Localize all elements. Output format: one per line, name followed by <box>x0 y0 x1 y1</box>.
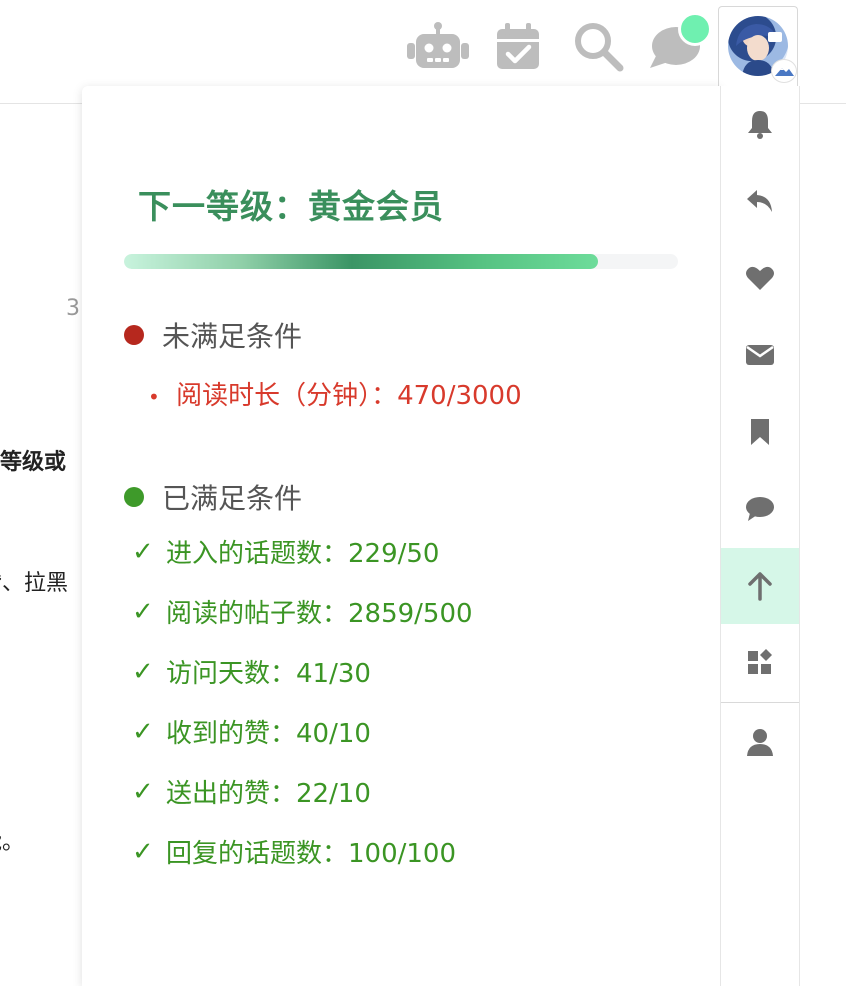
check-icon: ✓ <box>132 536 154 567</box>
background-number: 3 <box>66 296 80 321</box>
chat-button[interactable] <box>646 12 712 72</box>
check-icon: ✓ <box>132 716 154 747</box>
unmet-item: • 阅读时长（分钟）：470/3000 <box>148 375 522 412</box>
robot-button[interactable] <box>406 20 470 72</box>
check-icon: ✓ <box>132 656 154 687</box>
met-heading-label: 已满足条件 <box>162 482 303 515</box>
met-item-label: 进入的话题数：229/50 <box>166 539 440 569</box>
background-level-text: 攻等级或 <box>0 450 67 475</box>
bullet-icon: • <box>148 385 160 409</box>
unmet-item-label: 阅读时长（分钟）：470/3000 <box>176 381 522 411</box>
met-item-label: 回复的话题数：100/100 <box>166 839 457 869</box>
level-progress-fill <box>124 254 598 269</box>
bell-icon <box>748 111 772 139</box>
met-dot-icon <box>124 487 144 507</box>
unmet-heading-label: 未满足条件 <box>162 320 303 353</box>
user-menu-button[interactable] <box>718 6 798 87</box>
met-item: ✓ 进入的话题数：229/50 <box>132 533 439 570</box>
bookmark-icon <box>751 419 769 445</box>
user-icon <box>747 729 773 756</box>
search-icon <box>575 23 624 72</box>
widgets-icon <box>748 649 772 674</box>
reply-icon <box>747 190 772 212</box>
mountain-badge-icon <box>775 68 794 76</box>
check-icon: ✓ <box>132 836 154 867</box>
profile-tab[interactable] <box>721 704 799 780</box>
met-item: ✓ 阅读的帖子数：2859/500 <box>132 593 473 630</box>
met-item-label: 阅读的帖子数：2859/500 <box>166 599 473 629</box>
notification-dot <box>678 12 712 46</box>
likes-tab[interactable] <box>721 240 799 316</box>
search-button[interactable] <box>566 20 630 72</box>
user-menu-sidebar <box>720 86 800 986</box>
met-item-label: 收到的赞：40/10 <box>166 719 371 749</box>
met-item: ✓ 回复的话题数：100/100 <box>132 833 456 870</box>
comment-icon <box>746 497 774 521</box>
met-item: ✓ 送出的赞：22/10 <box>132 773 371 810</box>
chat-tab[interactable] <box>721 471 799 547</box>
avatar-badge <box>771 59 797 83</box>
met-item: ✓ 收到的赞：40/10 <box>132 713 371 750</box>
bookmarks-tab[interactable] <box>721 394 799 470</box>
background-end-text: 能。 <box>0 830 25 855</box>
level-progress-bar <box>124 254 678 269</box>
level-tab[interactable] <box>721 548 799 624</box>
unmet-dot-icon <box>124 325 144 345</box>
arrow-up-icon <box>748 572 772 601</box>
robot-icon <box>407 22 469 68</box>
met-item-label: 访问天数：41/30 <box>166 659 371 689</box>
calendar-check-icon <box>497 23 539 69</box>
replies-tab[interactable] <box>721 163 799 239</box>
check-icon: ✓ <box>132 596 154 627</box>
more-tab[interactable] <box>721 625 799 701</box>
met-item: ✓ 访问天数：41/30 <box>132 653 371 690</box>
sidebar-divider <box>721 702 799 703</box>
envelope-icon <box>746 345 774 365</box>
met-item-label: 送出的赞：22/10 <box>166 779 371 809</box>
next-level-title: 下一等级：黄金会员 <box>138 187 444 226</box>
check-icon: ✓ <box>132 776 154 807</box>
unmet-heading: 未满足条件 <box>124 315 302 355</box>
user-level-panel: 下一等级：黄金会员 未满足条件 • 阅读时长（分钟）：470/3000 已满足条… <box>82 86 720 986</box>
messages-tab[interactable] <box>721 317 799 393</box>
heart-icon <box>746 266 774 290</box>
notifications-tab[interactable] <box>721 86 799 162</box>
met-heading: 已满足条件 <box>124 477 302 517</box>
calendar-button[interactable] <box>486 20 550 72</box>
background-like-text: 赞、拉黑 <box>0 571 69 596</box>
